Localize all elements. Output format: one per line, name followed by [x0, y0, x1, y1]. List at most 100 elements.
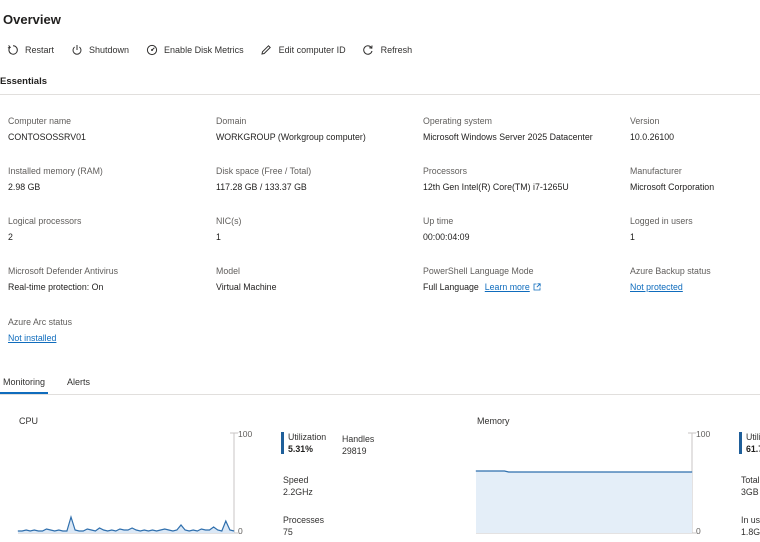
data-point — [475, 470, 477, 472]
restart-button[interactable]: Restart — [6, 44, 54, 57]
data-point — [667, 471, 668, 473]
shutdown-button[interactable]: Shutdown — [70, 44, 129, 57]
data-point — [520, 471, 522, 473]
data-point — [487, 470, 489, 472]
prop-label: Model — [216, 266, 240, 276]
prop-value: 1 — [216, 232, 221, 242]
data-point — [99, 527, 100, 529]
data-point — [17, 530, 19, 532]
data-point — [549, 471, 550, 473]
stat-label: Handles — [342, 434, 375, 444]
prop-operating-system: Operating system Microsoft Windows Serve… — [423, 116, 623, 143]
data-point — [201, 528, 202, 530]
data-point — [581, 471, 583, 473]
series-area — [476, 471, 692, 533]
data-point — [176, 529, 178, 531]
data-point — [29, 530, 31, 532]
prop-value: CONTOSOSSRV01 — [8, 132, 86, 142]
data-point — [573, 471, 575, 473]
prop-powershell-language-mode: PowerShell Language Mode Full Language Le… — [423, 266, 623, 293]
data-point — [115, 530, 117, 532]
prop-disk-space: Disk space (Free / Total) 117.28 GB / 13… — [216, 166, 416, 193]
data-point — [491, 470, 493, 472]
tab-alerts[interactable]: Alerts — [64, 372, 93, 394]
data-point — [192, 529, 194, 531]
memory-in-use-stat: In us 1.8GB — [741, 515, 760, 537]
enable-disk-metrics-button[interactable]: Enable Disk Metrics — [145, 44, 244, 57]
refresh-label: Refresh — [380, 45, 413, 55]
prop-value: 1 — [630, 232, 635, 242]
prop-label: NIC(s) — [216, 216, 242, 226]
refresh-icon — [362, 44, 375, 57]
data-point — [217, 529, 219, 531]
not-installed-link[interactable]: Not installed — [8, 333, 56, 343]
memory-total-stat: Total 3GB — [741, 475, 760, 497]
data-point — [610, 471, 611, 473]
tab-monitoring[interactable]: Monitoring — [0, 372, 49, 394]
external-link-icon — [533, 283, 541, 291]
prop-label: Domain — [216, 116, 247, 126]
data-point — [225, 520, 227, 522]
prop-label: Operating system — [423, 116, 492, 126]
data-point — [540, 471, 542, 473]
data-point — [687, 471, 689, 473]
command-bar: Restart Shutdown Enable Disk Metrics Edi… — [6, 42, 428, 58]
prop-label: PowerShell Language Mode — [423, 266, 534, 276]
prop-value: Full Language — [423, 282, 479, 292]
data-point — [646, 471, 648, 473]
prop-defender-antivirus: Microsoft Defender Antivirus Real-time p… — [8, 266, 208, 293]
data-point — [528, 471, 530, 473]
pencil-icon — [260, 44, 273, 57]
refresh-button[interactable]: Refresh — [362, 44, 413, 57]
edit-computer-id-button[interactable]: Edit computer ID — [260, 44, 346, 57]
gauge-icon — [145, 44, 158, 57]
stat-value: 29819 — [342, 446, 367, 456]
data-point — [156, 530, 158, 532]
data-point — [42, 530, 43, 532]
stat-label: Processes — [283, 515, 325, 525]
prop-value-row: Full Language Learn more — [423, 282, 623, 293]
prop-model: Model Virtual Machine — [216, 266, 416, 293]
data-point — [205, 529, 206, 531]
prop-value: WORKGROUP (Workgroup computer) — [216, 132, 366, 142]
data-point — [589, 471, 591, 473]
stat-label: Speed — [283, 475, 309, 485]
data-point — [654, 471, 656, 473]
data-point — [111, 529, 113, 531]
data-point — [601, 471, 603, 473]
prop-label: Up time — [423, 216, 454, 226]
prop-value: 117.28 GB / 133.37 GB — [216, 182, 307, 192]
data-point — [504, 470, 505, 472]
data-point — [479, 470, 481, 472]
data-point — [180, 524, 182, 526]
learn-more-link[interactable]: Learn more — [485, 282, 530, 292]
tabs-divider — [0, 394, 760, 395]
data-point — [33, 529, 35, 531]
stat-label: Utili — [746, 432, 760, 442]
prop-domain: Domain WORKGROUP (Workgroup computer) — [216, 116, 416, 143]
data-point — [196, 530, 198, 532]
data-point — [561, 471, 562, 473]
stat-value: 61.7 — [746, 444, 760, 454]
prop-label: Processors — [423, 166, 467, 176]
prop-processors: Processors 12th Gen Intel(R) Core(TM) i7… — [423, 166, 623, 193]
prop-version: Version 10.0.26100 — [630, 116, 755, 143]
data-point — [164, 528, 166, 530]
data-point — [593, 471, 595, 473]
enable-disk-metrics-label: Enable Disk Metrics — [164, 45, 244, 55]
data-point — [58, 529, 60, 531]
data-point — [209, 529, 210, 531]
cpu-processes-stat: Processes 75 — [283, 515, 324, 537]
data-point — [152, 529, 153, 531]
prop-value: 12th Gen Intel(R) Core(TM) i7-1265U — [423, 182, 569, 192]
data-point — [606, 471, 607, 473]
page-title: Overview — [3, 12, 61, 27]
prop-label: Version — [630, 116, 660, 126]
not-protected-link[interactable]: Not protected — [630, 282, 683, 292]
data-point — [557, 471, 558, 473]
data-point — [565, 471, 567, 473]
data-point — [553, 471, 554, 473]
data-point — [25, 529, 27, 531]
data-point — [78, 530, 80, 532]
data-point — [659, 471, 660, 473]
